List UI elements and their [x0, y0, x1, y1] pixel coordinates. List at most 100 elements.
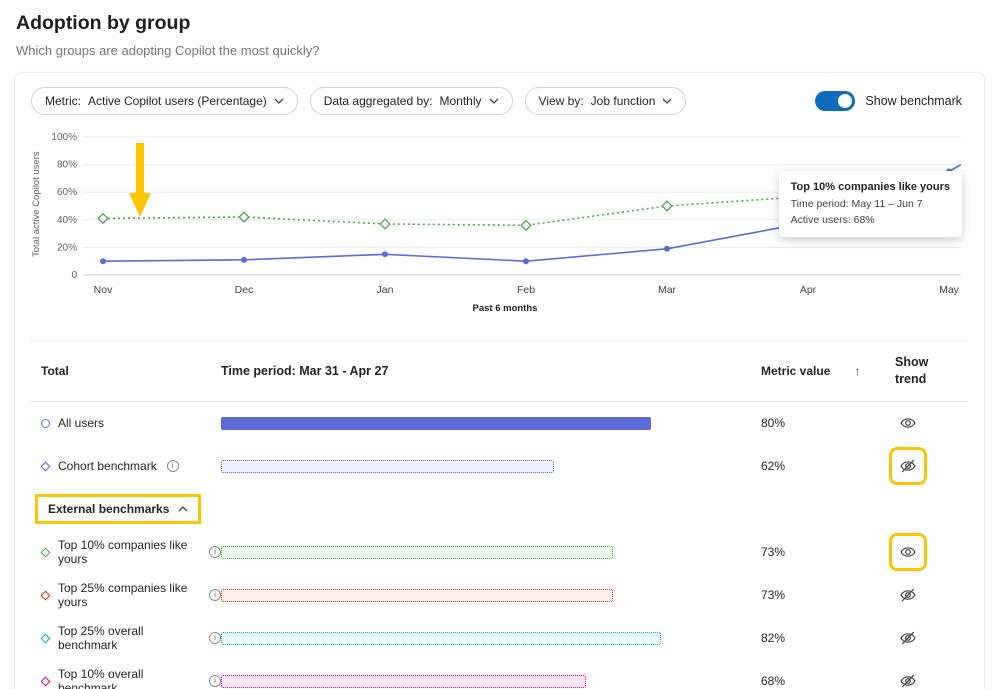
metric-value: 82%	[761, 631, 786, 646]
legend-diamond-icon	[40, 676, 51, 687]
toggle-knob	[838, 94, 853, 108]
svg-text:Nov: Nov	[94, 284, 113, 296]
view-by-filter-value: Job function	[590, 94, 656, 108]
header-total: Total	[41, 363, 69, 378]
row-label: Cohort benchmark	[58, 459, 157, 474]
metric-value: 68%	[761, 674, 786, 689]
table-row-top25-companies: Top 25% companies like yours 73%	[31, 574, 968, 617]
header-show-trend: Show trend	[895, 355, 929, 386]
legend-diamond-icon	[40, 461, 51, 472]
svg-text:100%: 100%	[51, 132, 77, 143]
chevron-down-icon	[274, 98, 284, 104]
chevron-down-icon	[662, 98, 672, 104]
show-trend-toggle[interactable]	[895, 668, 921, 689]
adoption-page: Adoption by group Which groups are adopt…	[0, 0, 999, 689]
x-axis-label: Past 6 months	[472, 303, 538, 314]
eye-off-icon	[900, 674, 916, 688]
table-row-top10-companies: Top 10% companies like yours 73%	[31, 531, 968, 574]
table-header: Total Time period: Mar 31 - Apr 27 Metri…	[31, 341, 968, 402]
metric-bar	[221, 631, 661, 645]
legend-diamond-icon	[40, 547, 51, 558]
adoption-table: Total Time period: Mar 31 - Apr 27 Metri…	[31, 340, 968, 689]
metric-value: 80%	[761, 416, 786, 431]
chevron-down-icon	[489, 98, 498, 104]
external-benchmarks-toggle[interactable]: External benchmarks	[35, 494, 202, 525]
show-trend-toggle[interactable]	[895, 625, 921, 651]
svg-text:Feb: Feb	[517, 284, 535, 296]
header-metric-value[interactable]: Metric value	[761, 364, 871, 378]
aggregation-filter-label: Data aggregated by:	[323, 94, 433, 108]
page-subtitle: Which groups are adopting Copilot the mo…	[16, 43, 320, 58]
eye-icon	[900, 547, 916, 558]
row-label: Top 10% companies like yours	[58, 538, 188, 567]
benchmark-toggle-group: Show benchmark	[815, 91, 962, 111]
annotation-arrow-icon	[129, 143, 151, 217]
table-row-top25-overall: Top 25% overall benchmark 82%	[31, 617, 968, 660]
metric-bar	[221, 545, 613, 559]
info-icon[interactable]	[209, 675, 221, 688]
eye-off-icon	[900, 631, 916, 645]
metric-filter-dropdown[interactable]: Metric: Active Copilot users (Percentage…	[31, 87, 298, 115]
metric-bar	[221, 459, 554, 473]
metric-filter-value: Active Copilot users (Percentage)	[88, 94, 267, 108]
filter-pills: Metric: Active Copilot users (Percentage…	[31, 87, 687, 115]
row-label: Top 10% overall benchmark	[58, 667, 144, 689]
svg-text:60%: 60%	[57, 187, 77, 198]
metric-bar	[221, 416, 651, 430]
legend-diamond-icon	[40, 590, 51, 601]
view-by-filter-label: View by:	[538, 94, 584, 108]
metric-value: 73%	[761, 588, 786, 603]
view-by-filter-dropdown[interactable]: View by: Job function	[524, 87, 687, 115]
metric-value: 73%	[761, 545, 786, 560]
svg-text:40%: 40%	[57, 215, 77, 226]
metric-value: 62%	[761, 459, 786, 474]
legend-diamond-icon	[40, 633, 51, 644]
legend-circle-icon	[41, 418, 50, 428]
svg-text:20%: 20%	[57, 242, 77, 253]
external-benchmarks-section: External benchmarks	[31, 488, 968, 531]
eye-off-icon	[900, 459, 916, 473]
eye-icon	[900, 418, 916, 429]
metric-bar	[221, 674, 586, 688]
tooltip-time-period: Time period: May 11 – Jun 7	[790, 198, 923, 211]
svg-text:80%: 80%	[57, 160, 77, 171]
table-row-cohort-benchmark: Cohort benchmark 62%	[31, 445, 968, 488]
tooltip-title: Top 10% companies like yours	[790, 181, 950, 193]
show-trend-toggle[interactable]	[895, 410, 921, 436]
row-label: Top 25% companies like yours	[58, 581, 188, 610]
show-trend-toggle[interactable]	[889, 533, 927, 572]
page-title: Adoption by group	[16, 12, 191, 34]
info-icon[interactable]	[209, 546, 221, 559]
eye-off-icon	[900, 588, 916, 602]
header-time-period[interactable]: Time period: Mar 31 - Apr 27	[221, 364, 761, 378]
table-row-top10-overall: Top 10% overall benchmark 68%	[31, 660, 968, 689]
svg-text:Jan: Jan	[377, 284, 394, 296]
show-benchmark-toggle[interactable]	[815, 91, 856, 111]
table-row-all-users: All users 80%	[31, 402, 968, 445]
show-benchmark-label: Show benchmark	[865, 94, 962, 108]
chart-area: Total active Copilot users 0 20% 40% 60% 80%…	[31, 125, 968, 314]
info-icon[interactable]	[209, 632, 221, 645]
metric-filter-label: Metric:	[45, 94, 81, 108]
row-label: Top 25% overall benchmark	[58, 624, 144, 653]
section-label: External benchmarks	[48, 502, 170, 517]
svg-text:Mar: Mar	[658, 284, 677, 296]
sort-ascending-icon[interactable]	[854, 364, 860, 378]
info-icon[interactable]	[166, 460, 179, 473]
metric-bar	[221, 588, 613, 602]
show-trend-toggle[interactable]	[889, 447, 927, 486]
chevron-up-icon	[178, 506, 188, 512]
info-icon[interactable]	[209, 589, 221, 602]
y-axis-label: Total active Copilot users	[31, 151, 42, 257]
aggregation-filter-value: Monthly	[439, 94, 482, 108]
svg-text:May: May	[939, 284, 960, 296]
svg-text:0: 0	[71, 270, 77, 281]
svg-text:Dec: Dec	[235, 284, 254, 296]
filter-row: Metric: Active Copilot users (Percentage…	[31, 87, 968, 115]
tooltip-active-users: Active users: 68%	[790, 214, 875, 227]
row-label: All users	[58, 416, 105, 431]
svg-text:Apr: Apr	[800, 284, 817, 296]
chart-tooltip: Top 10% companies like yours Time period…	[778, 171, 962, 237]
show-trend-toggle[interactable]	[895, 582, 921, 608]
aggregation-filter-dropdown[interactable]: Data aggregated by: Monthly	[309, 87, 513, 115]
